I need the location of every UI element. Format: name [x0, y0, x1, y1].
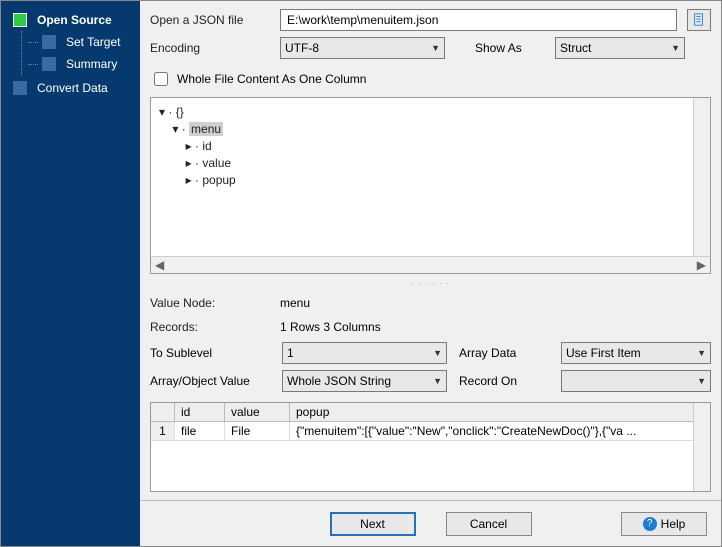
tree-node-value[interactable]: ▸ · value [159, 155, 702, 172]
browse-file-button[interactable] [687, 9, 711, 31]
row-value-node: Value Node: menu [150, 296, 711, 310]
encoding-select[interactable]: UTF-8 ▼ [280, 37, 445, 59]
options-grid: To Sublevel 1 ▼ Array Data Use First Ite… [150, 342, 711, 392]
arraydata-value: Use First Item [566, 346, 641, 360]
showas-value: Struct [560, 41, 591, 55]
app-root: Open Source Set Target Summary Convert D… [0, 0, 722, 547]
tree-node-root[interactable]: ▾ · {} [159, 104, 702, 121]
row-open-file: Open a JSON file [150, 9, 711, 31]
valuenode-label: Value Node: [150, 296, 270, 310]
th-value[interactable]: value [225, 403, 290, 421]
tosublevel-label: To Sublevel [150, 346, 270, 360]
sidebar-subgroup: Set Target Summary [21, 31, 140, 75]
wizard-sidebar: Open Source Set Target Summary Convert D… [1, 1, 140, 546]
step-label: Convert Data [37, 81, 108, 95]
tree-node-popup[interactable]: ▸ · popup [159, 172, 702, 189]
cell-popup: {"menuitem":[{"value":"New","onclick":"C… [290, 422, 710, 440]
th-rownum[interactable] [151, 403, 175, 421]
sidebar-item-set-target[interactable]: Set Target [22, 31, 140, 53]
tosublevel-select[interactable]: 1 ▼ [282, 342, 447, 364]
sidebar-item-convert-data[interactable]: Convert Data [1, 77, 140, 99]
records-value: 1 Rows 3 Columns [280, 320, 381, 334]
encoding-label: Encoding [150, 41, 270, 55]
tree-node-menu[interactable]: ▾ · menu [159, 121, 702, 138]
cell-rownum: 1 [151, 422, 175, 440]
open-file-label: Open a JSON file [150, 13, 270, 27]
table-row[interactable]: 1 file File {"menuitem":[{"value":"New",… [151, 422, 710, 441]
whole-file-label: Whole File Content As One Column [177, 72, 366, 86]
chevron-down-icon: ▼ [671, 43, 680, 53]
chevron-down-icon: ▼ [697, 376, 706, 386]
tosublevel-value: 1 [287, 346, 294, 360]
arrobj-label: Array/Object Value [150, 374, 270, 388]
step-label: Set Target [66, 35, 120, 49]
table-header: id value popup [151, 403, 710, 422]
showas-select[interactable]: Struct ▼ [555, 37, 685, 59]
content-area: Open a JSON file Encoding UTF-8 ▼ Show A… [140, 1, 721, 500]
tree-horizontal-scrollbar[interactable]: ◀▶ [151, 256, 710, 273]
json-tree[interactable]: ▾ · {} ▾ · menu ▸ · id ▸ · value ▸ · pop… [151, 98, 710, 256]
help-button[interactable]: ? Help [621, 512, 707, 536]
th-popup[interactable]: popup [290, 403, 710, 421]
chevron-down-icon: ▼ [433, 376, 442, 386]
whole-file-checkbox-row: Whole File Content As One Column [150, 69, 711, 89]
whole-file-checkbox[interactable] [154, 72, 168, 86]
row-encoding: Encoding UTF-8 ▼ Show As Struct ▼ [150, 37, 711, 59]
encoding-value: UTF-8 [285, 41, 319, 55]
th-id[interactable]: id [175, 403, 225, 421]
next-label: Next [360, 517, 385, 531]
chevron-down-icon: ▼ [433, 348, 442, 358]
wizard-footer: Next Cancel ? Help [140, 500, 721, 546]
json-tree-box: ▾ · {} ▾ · menu ▸ · id ▸ · value ▸ · pop… [150, 97, 711, 274]
chevron-down-icon: ▼ [431, 43, 440, 53]
step-label: Open Source [37, 13, 112, 27]
tree-vertical-scrollbar[interactable] [693, 98, 710, 256]
open-file-input[interactable] [280, 9, 677, 31]
arrobj-value: Whole JSON String [287, 374, 391, 388]
cancel-button[interactable]: Cancel [446, 512, 532, 536]
step-marker-icon [42, 57, 56, 71]
cancel-label: Cancel [470, 517, 507, 531]
preview-table: id value popup 1 file File {"menuitem":[… [150, 402, 711, 492]
table-vertical-scrollbar[interactable] [693, 403, 710, 491]
tree-connector-icon [28, 64, 38, 65]
help-icon: ? [643, 517, 657, 531]
step-marker-icon [13, 13, 27, 27]
step-marker-icon [42, 35, 56, 49]
next-button[interactable]: Next [330, 512, 416, 536]
row-records: Records: 1 Rows 3 Columns [150, 320, 711, 334]
cell-value: File [225, 422, 290, 440]
arrobj-select[interactable]: Whole JSON String ▼ [282, 370, 447, 392]
valuenode-value: menu [280, 296, 310, 310]
cell-id: file [175, 422, 225, 440]
showas-label: Show As [475, 41, 545, 55]
tree-node-id[interactable]: ▸ · id [159, 138, 702, 155]
records-label: Records: [150, 320, 270, 334]
main-panel: Open a JSON file Encoding UTF-8 ▼ Show A… [140, 1, 721, 546]
arraydata-select[interactable]: Use First Item ▼ [561, 342, 711, 364]
document-icon [692, 13, 706, 27]
recordon-label: Record On [459, 374, 549, 388]
step-label: Summary [66, 57, 117, 71]
recordon-select[interactable]: ▼ [561, 370, 711, 392]
splitter-handle[interactable]: · · · · · · [150, 280, 711, 286]
sidebar-item-open-source[interactable]: Open Source [1, 9, 140, 31]
chevron-down-icon: ▼ [697, 348, 706, 358]
arraydata-label: Array Data [459, 346, 549, 360]
tree-connector-icon [28, 42, 38, 43]
step-marker-icon [13, 81, 27, 95]
help-label: Help [661, 517, 686, 531]
sidebar-item-summary[interactable]: Summary [22, 53, 140, 75]
